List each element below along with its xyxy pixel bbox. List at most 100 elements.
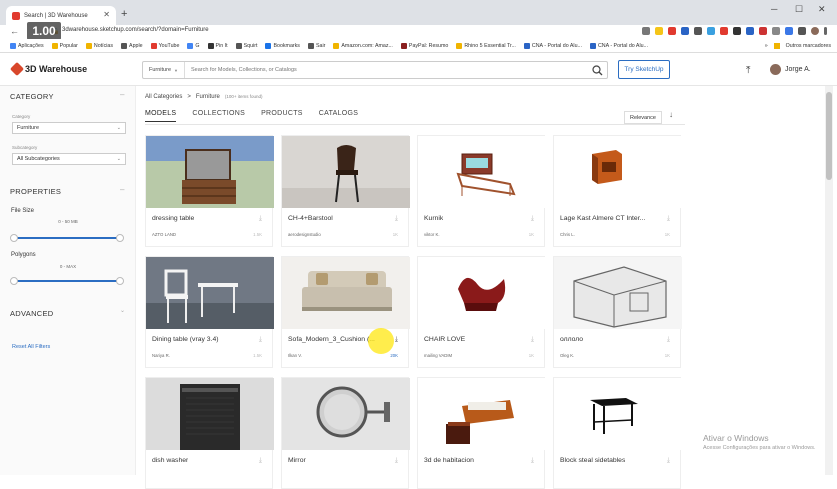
model-thumbnail[interactable] (418, 136, 546, 208)
bookmark-item[interactable]: Notícias (85, 42, 113, 49)
reset-filters-link[interactable]: Reset All Filters (12, 344, 50, 350)
model-thumbnail[interactable] (282, 378, 410, 450)
model-thumbnail[interactable] (554, 136, 682, 208)
bookmark-item[interactable]: Squirt (235, 42, 257, 49)
bookmark-item[interactable]: Pin It (207, 42, 228, 49)
download-icon[interactable]: ⤓ (395, 215, 398, 223)
bookmarks-more-icon[interactable]: » (765, 43, 768, 49)
slider-min-handle[interactable] (10, 234, 18, 242)
extension-icon[interactable] (733, 27, 741, 35)
download-icon[interactable]: ⤓ (531, 336, 534, 344)
slider-max-handle[interactable] (116, 277, 124, 285)
model-author[interactable]: viktor K. (424, 232, 440, 237)
model-author[interactable]: Ilkan V. (288, 353, 302, 358)
bookmark-item[interactable]: Apple (121, 42, 143, 49)
bookmark-item[interactable]: PayPal: Resumo (400, 42, 448, 49)
new-tab-icon[interactable]: + (121, 8, 127, 20)
model-title[interactable]: dressing table (152, 215, 194, 222)
extension-icon[interactable] (772, 27, 780, 35)
site-logo[interactable]: 3D Warehouse (9, 61, 87, 77)
model-title[interactable]: CHAIR LOVE (424, 336, 465, 343)
model-card[interactable]: dressing table AZTO LAND ⤓ 1.5K (145, 135, 274, 247)
model-card[interactable]: Sofa_Modern_3_Cushion (... Ilkan V. ⤓ 20K (281, 256, 410, 368)
maximize-icon[interactable]: ☐ (795, 4, 803, 15)
tab-models[interactable]: MODELS (145, 110, 177, 122)
model-author[interactable]: AZTO LAND (152, 232, 176, 237)
tab-catalogs[interactable]: CATALOGS (319, 110, 358, 122)
bookmark-item[interactable]: Rhino 5 Essential Tr... (456, 42, 516, 49)
tab-collections[interactable]: COLLECTIONS (192, 110, 245, 122)
model-card[interactable]: Block steal sidetables ⤓ (553, 377, 682, 489)
model-title[interactable]: dish washer (152, 457, 188, 464)
bookmark-item[interactable]: Popular (51, 42, 78, 49)
breadcrumb-root[interactable]: All Categories (145, 94, 182, 100)
model-card[interactable]: Lage Kast Almere CT Inter... Chris L. ⤓ 1K (553, 135, 682, 247)
collapse-properties-icon[interactable]: – (120, 185, 124, 194)
user-menu[interactable]: Jorge A. (770, 64, 811, 75)
search-button[interactable] (587, 62, 607, 78)
bookmark-item[interactable]: Amazon.com: Amaz... (333, 42, 393, 49)
url-field[interactable]: 3dwarehouse.sketchup.com/search/?domain=… (62, 27, 209, 33)
bookmark-item[interactable]: YouTube (150, 42, 179, 49)
download-icon[interactable]: ⤓ (531, 215, 534, 223)
bookmark-item[interactable]: CNA - Portal do Alu... (589, 42, 648, 49)
model-thumbnail[interactable] (146, 257, 274, 329)
model-title[interactable]: Sofa_Modern_3_Cushion (... (288, 336, 375, 343)
model-card[interactable]: Kurnik viktor K. ⤓ 1K (417, 135, 546, 247)
extension-icon[interactable] (720, 27, 728, 35)
model-title[interactable]: CH-4+Barstool (288, 215, 333, 222)
model-title[interactable]: Dining table (vray 3.4) (152, 336, 219, 343)
search-category-select[interactable]: Furniture ▼ (143, 62, 185, 78)
minimize-icon[interactable]: ─ (771, 4, 777, 14)
file-size-slider[interactable] (10, 234, 124, 242)
download-icon[interactable]: ⤓ (667, 336, 670, 344)
expand-advanced-icon[interactable]: ⌄ (120, 307, 125, 314)
page-scrollbar[interactable] (825, 86, 833, 475)
model-thumbnail[interactable] (282, 257, 410, 329)
model-thumbnail[interactable] (418, 378, 546, 450)
bookmark-item[interactable]: Aplicações (10, 42, 44, 49)
try-sketchup-button[interactable]: Try SketchUp (618, 60, 670, 79)
model-title[interactable]: 3d de habitacion (424, 457, 474, 464)
download-icon[interactable]: ⤓ (259, 457, 262, 465)
model-author[interactable]: mailing VADIM (424, 353, 452, 358)
model-thumbnail[interactable] (282, 136, 410, 208)
download-icon[interactable]: ⤓ (395, 457, 398, 465)
model-card[interactable]: 3d de habitacion ⤓ (417, 377, 546, 489)
download-icon[interactable]: ⤓ (531, 457, 534, 465)
model-thumbnail[interactable] (418, 257, 546, 329)
model-author[interactable]: Chris L. (560, 232, 575, 237)
slider-min-handle[interactable] (10, 277, 18, 285)
model-title[interactable]: Lage Kast Almere CT Inter... (560, 215, 645, 222)
model-title[interactable]: Mirror (288, 457, 306, 464)
tab-products[interactable]: PRODUCTS (261, 110, 303, 122)
model-card[interactable]: Mirror ⤓ (281, 377, 410, 489)
model-thumbnail[interactable] (146, 136, 274, 208)
translate-icon[interactable] (642, 27, 650, 35)
menu-icon[interactable] (824, 27, 827, 35)
search-input[interactable] (184, 67, 587, 73)
bookmark-item[interactable]: Bookmarks (265, 42, 300, 49)
profile-icon[interactable] (811, 27, 819, 35)
window-close-icon[interactable]: ✕ (818, 4, 826, 15)
download-icon[interactable]: ⤓ (259, 215, 262, 223)
extension-icon[interactable] (785, 27, 793, 35)
model-thumbnail[interactable] (146, 378, 274, 450)
browser-tab[interactable]: Search | 3D Warehouse ✕ (6, 6, 116, 25)
bookmark-item[interactable]: G (187, 42, 200, 49)
model-title[interactable]: Kurnik (424, 215, 443, 222)
model-card[interactable]: dish washer ⤓ (145, 377, 274, 489)
sort-select[interactable]: Relevance (624, 111, 662, 124)
category-select[interactable]: Furniture ⌄ (12, 122, 126, 134)
download-icon[interactable]: ⤓ (667, 457, 670, 465)
upload-icon[interactable]: ⤒ (746, 65, 750, 76)
bookmark-item[interactable]: Sair (307, 42, 325, 49)
extension-icon[interactable] (668, 27, 676, 35)
extension-icon[interactable] (681, 27, 689, 35)
model-title[interactable]: Block steal sidetables (560, 457, 625, 464)
model-card[interactable]: CH-4+Barstool aerodesignstudio ⤓ 1K (281, 135, 410, 247)
collapse-category-icon[interactable]: – (120, 90, 124, 99)
back-icon[interactable]: ← (10, 26, 19, 36)
extension-icon[interactable] (746, 27, 754, 35)
model-thumbnail[interactable] (554, 257, 682, 329)
